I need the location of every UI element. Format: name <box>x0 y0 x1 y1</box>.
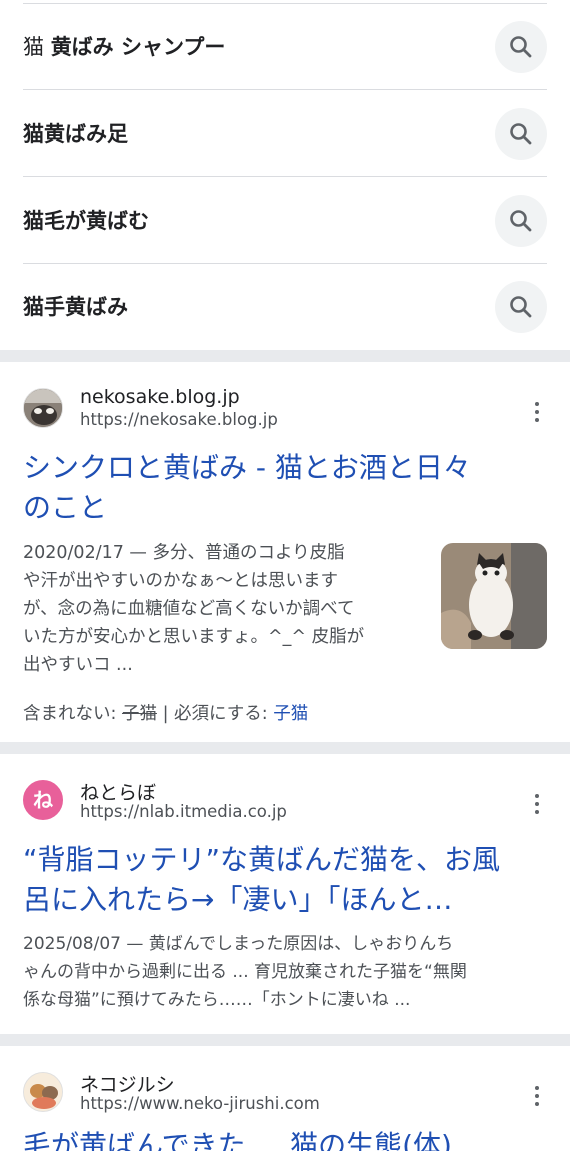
search-icon <box>510 123 532 145</box>
related-search-button[interactable] <box>495 21 547 73</box>
site-favicon[interactable] <box>23 1072 63 1112</box>
section-divider <box>0 350 570 362</box>
more-vert-icon[interactable] <box>532 401 542 423</box>
search-icon <box>510 36 532 58</box>
snippet-line: 2025/08/07 — 黄ばんでしまった原因は、しゃおりんち <box>23 934 454 954</box>
snippet-line: が、念の為に血糖値など高くないか調べて <box>23 599 355 619</box>
snippet-line: 係な母猫”に預けてみたら……「ホントに凄いね ... <box>23 990 411 1010</box>
related-search-text: 猫毛が黄ばむ <box>23 178 149 264</box>
site-url[interactable]: https://nekosake.blog.jp <box>80 410 278 429</box>
result-title[interactable]: “背脂コッテリ”な黄ばんだ猫を、お風 <box>23 840 550 880</box>
missing-term: 子猫 <box>121 704 157 724</box>
site-favicon-image <box>24 389 62 427</box>
related-search-button[interactable] <box>495 195 547 247</box>
search-icon <box>510 210 532 232</box>
missing-label: 含まれない: <box>23 704 117 724</box>
snippet-line: 出やすいコ ... <box>23 655 133 675</box>
related-searches: 猫 黄ばみ シャンプー 猫黄ばみ足 猫毛が黄ばむ 猫手黄ばみ <box>0 0 570 350</box>
section-divider <box>0 1034 570 1046</box>
related-search-item[interactable]: 猫黄ばみ足 <box>23 91 547 177</box>
must-include-label: 必須にする: <box>174 704 268 724</box>
related-search-bold: 猫毛が黄ばむ <box>23 209 149 233</box>
related-search-item[interactable]: 猫 黄ばみ シャンプー <box>23 4 547 90</box>
related-search-item[interactable]: 猫毛が黄ばむ <box>23 178 547 264</box>
snippet-line: や汗が出やすいのかなぁ～とは思います <box>23 571 338 591</box>
related-search-item[interactable]: 猫手黄ばみ <box>23 264 547 350</box>
site-url[interactable]: https://nlab.itmedia.co.jp <box>80 802 287 821</box>
result-title-line2[interactable]: のこと <box>23 488 550 528</box>
snippet-line: ゃんの背中から過剰に出る ... 育児放棄された子猫を“無関 <box>23 962 467 982</box>
related-search-text: 猫 黄ばみ シャンプー <box>23 4 225 90</box>
site-name[interactable]: nekosake.blog.jp <box>80 386 240 408</box>
more-vert-icon[interactable] <box>532 1085 542 1107</box>
related-search-prefix: 猫 <box>23 35 51 59</box>
related-search-button[interactable] <box>495 108 547 160</box>
site-url[interactable]: https://www.neko-jirushi.com <box>80 1094 320 1113</box>
refine-separator: | <box>162 704 169 724</box>
must-include-link[interactable]: 子猫 <box>273 704 308 724</box>
related-search-bold: 黄ばみ シャンプー <box>50 35 226 59</box>
site-name[interactable]: ねとらぼ <box>80 778 156 805</box>
netorabo-logo-char: ね <box>33 788 53 812</box>
snippet-line: 2020/02/17 — 多分、普通のコより皮脂 <box>23 543 345 563</box>
site-favicon[interactable]: ね <box>23 780 63 820</box>
search-result: ね ねとらぼ https://nlab.itmedia.co.jp “背脂コッテ… <box>0 754 570 1034</box>
search-result: nekosake.blog.jp https://nekosake.blog.j… <box>0 362 570 742</box>
result-title[interactable]: 毛が黄ばんできた ... 猫の生態(体) <box>23 1126 550 1151</box>
snippet-line: いた方が安心かと思いますょ。^_^ 皮脂が <box>23 627 365 647</box>
related-search-button[interactable] <box>495 281 547 333</box>
related-search-text: 猫黄ばみ足 <box>23 91 128 177</box>
site-favicon-image <box>24 1073 62 1111</box>
result-title-line2[interactable]: 呂に入れたら→「凄い」「ほんと… <box>23 880 550 920</box>
related-search-bold: 猫手黄ばみ <box>23 295 128 319</box>
search-result: ネコジルシ https://www.neko-jirushi.com 毛が黄ばん… <box>0 1046 570 1151</box>
search-refine-line: 含まれない: 子猫 | 必須にする: 子猫 <box>23 700 308 725</box>
site-name[interactable]: ネコジルシ <box>80 1070 175 1097</box>
site-favicon[interactable] <box>23 388 63 428</box>
related-search-text: 猫手黄ばみ <box>23 264 128 350</box>
section-divider <box>0 742 570 754</box>
result-title[interactable]: シンクロと黄ばみ - 猫とお酒と日々 <box>23 448 550 488</box>
more-vert-icon[interactable] <box>532 793 542 815</box>
cat-photo-thumbnail <box>441 543 547 649</box>
related-search-bold: 猫黄ばみ足 <box>23 122 128 146</box>
search-icon <box>510 296 532 318</box>
result-thumbnail[interactable] <box>441 543 547 649</box>
